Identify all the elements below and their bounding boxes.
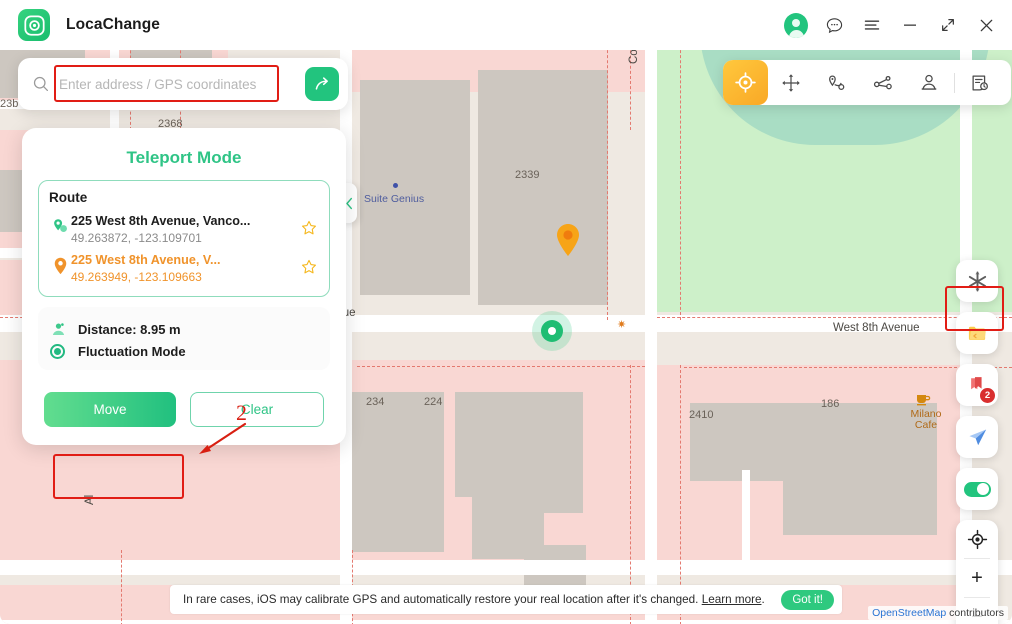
cooling-snowflake-icon[interactable] — [956, 260, 998, 302]
multi-spot-route-icon[interactable] — [814, 60, 860, 105]
route-label: Route — [49, 190, 88, 205]
star-outline-icon[interactable] — [299, 253, 319, 280]
start-location-icon — [49, 214, 71, 240]
coffee-cup-icon — [917, 395, 931, 406]
map-mode-toolbar — [723, 60, 1011, 105]
search-icon — [32, 75, 50, 93]
star-outline-icon[interactable] — [299, 214, 319, 241]
route-stop-coords: 49.263949, -123.109663 — [71, 270, 202, 284]
map-current-location-marker[interactable] — [532, 311, 572, 351]
expand-icon[interactable] — [936, 13, 960, 37]
map-street-label: Al — [84, 494, 96, 505]
panel-title: Teleport Mode — [126, 148, 242, 167]
map-poi-dot — [393, 183, 398, 188]
gps-calibration-notice: In rare cases, iOS may calibrate GPS and… — [170, 585, 842, 614]
map-destination-pin-icon[interactable] — [555, 223, 581, 257]
zoom-in-button[interactable]: + — [956, 559, 998, 597]
route-stop-destination[interactable]: 225 West 8th Avenue, V... 49.263949, -12… — [49, 247, 319, 286]
route-stop-coords: 49.263872, -123.109701 — [71, 231, 202, 245]
notice-trailing: . — [761, 593, 765, 606]
map-poi-label: Suite Genius — [364, 193, 425, 205]
attribution-suffix: contributors — [946, 607, 1004, 619]
route-stop-name: 225 West 8th Avenue, Vanco... — [71, 214, 251, 228]
destination-pin-icon — [49, 253, 71, 280]
notice-text: In rare cases, iOS may calibrate GPS and… — [183, 593, 781, 606]
openstreetmap-link[interactable]: OpenStreetMap — [872, 607, 946, 619]
map-building-number: 2339 — [515, 169, 540, 181]
distance-person-icon — [50, 321, 70, 338]
teleport-target-icon[interactable] — [723, 60, 768, 105]
my-location-icon[interactable] — [956, 520, 998, 558]
jump-teleport-icon[interactable] — [860, 60, 906, 105]
map-building-number: 224 — [424, 396, 443, 408]
learn-more-link[interactable]: Learn more — [702, 593, 762, 606]
map-building-number: 234 — [366, 396, 385, 408]
app-title: LocaChange — [66, 16, 161, 33]
route-card: Route 225 West 8th Avenue, Vanco... 49.2… — [38, 180, 330, 297]
favorites-cards-icon[interactable]: 2 — [956, 364, 998, 406]
fluctuation-radio[interactable] — [50, 344, 70, 359]
map-street-label: West 8th Avenue — [833, 322, 920, 334]
distance-row: Distance: 8.95 m — [50, 321, 318, 338]
distance-text: Distance: 8.95 m — [78, 322, 181, 337]
search-input[interactable] — [59, 76, 299, 92]
panel-actions: Move Clear — [38, 392, 330, 427]
folder-collection-icon[interactable] — [956, 312, 998, 354]
map-building-number: 186 — [821, 398, 840, 410]
map-side-toolbar: 2 + − — [956, 260, 998, 624]
two-spot-move-icon[interactable] — [768, 60, 814, 105]
fluctuation-mode-row[interactable]: Fluctuation Mode — [50, 344, 318, 359]
fluctuation-mode-label: Fluctuation Mode — [78, 344, 186, 359]
clear-button[interactable]: Clear — [190, 392, 324, 427]
map-cafe-label: Milano Cafe — [910, 408, 942, 431]
route-stop-origin[interactable]: 225 West 8th Avenue, Vanco... 49.263872,… — [49, 208, 319, 247]
import-gpx-icon[interactable] — [956, 416, 998, 458]
toggle-switch-on-icon[interactable] — [956, 468, 998, 510]
minimize-icon[interactable] — [898, 13, 922, 37]
title-bar: LocaChange — [0, 0, 1012, 50]
user-avatar[interactable] — [784, 12, 808, 38]
trip-info-card: Distance: 8.95 m Fluctuation Mode — [38, 307, 330, 370]
map-attribution: OpenStreetMap contributors — [868, 606, 1008, 620]
map-building-number: 23b — [0, 98, 19, 110]
toolbar-divider — [954, 72, 955, 93]
teleport-mode-panel: Teleport Mode Route 225 West 8th Avenue,… — [22, 128, 346, 445]
map-star-poi-icon: ✷ — [617, 319, 627, 331]
joystick-person-icon[interactable] — [906, 60, 952, 105]
map-building-number: 2410 — [689, 409, 714, 421]
got-it-button[interactable]: Got it! — [781, 589, 834, 610]
search-go-button[interactable] — [305, 67, 339, 101]
notice-message: In rare cases, iOS may calibrate GPS and… — [183, 593, 702, 606]
search-bar[interactable] — [18, 58, 348, 110]
close-icon[interactable] — [974, 13, 998, 37]
move-button[interactable]: Move — [44, 392, 176, 427]
chat-bubble-icon[interactable] — [822, 13, 846, 37]
route-stop-name: 225 West 8th Avenue, V... — [71, 253, 221, 267]
locachange-logo-icon — [18, 9, 50, 41]
hamburger-menu-icon[interactable] — [860, 13, 884, 37]
annotation-step-2: 2 — [236, 400, 247, 425]
badge-count: 2 — [980, 388, 995, 403]
history-record-icon[interactable] — [957, 60, 1003, 105]
